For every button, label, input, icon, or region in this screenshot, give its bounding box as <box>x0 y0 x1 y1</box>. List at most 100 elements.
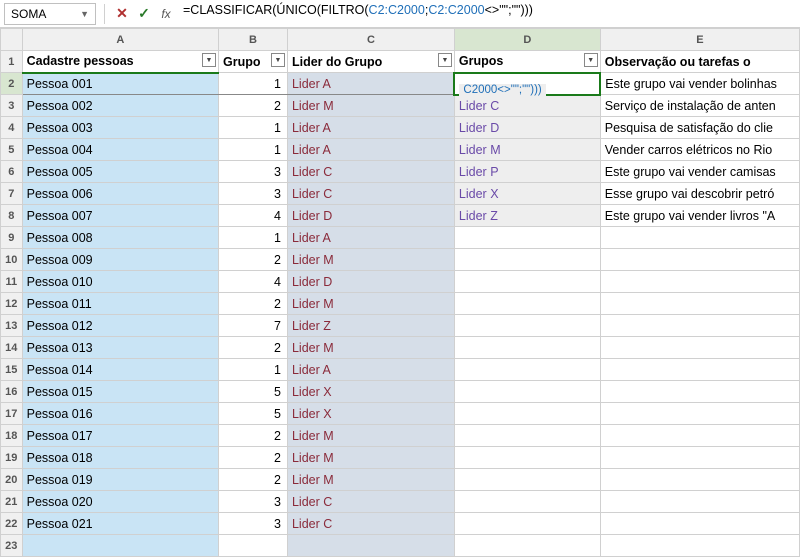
cell[interactable]: 3 <box>218 161 287 183</box>
cell[interactable] <box>600 271 799 293</box>
col-header-B[interactable]: B <box>218 29 287 51</box>
row-header-2[interactable]: 2 <box>1 73 23 95</box>
col-header-A[interactable]: A <box>22 29 218 51</box>
cell[interactable]: 1 <box>218 139 287 161</box>
cell[interactable] <box>600 469 799 491</box>
cell[interactable]: 3 <box>218 513 287 535</box>
cell[interactable]: Esse grupo vai descobrir petró <box>600 183 799 205</box>
cell[interactable]: Lider M <box>287 425 454 447</box>
row-header-15[interactable]: 15 <box>1 359 23 381</box>
cell[interactable]: Pessoa 017 <box>22 425 218 447</box>
cell[interactable]: 2 <box>218 337 287 359</box>
cell[interactable] <box>454 315 600 337</box>
header-cell[interactable]: Grupos▼ <box>454 51 600 73</box>
row-header-3[interactable]: 3 <box>1 95 23 117</box>
cell[interactable]: 1 <box>218 359 287 381</box>
cell[interactable] <box>600 403 799 425</box>
cell[interactable] <box>600 381 799 403</box>
cell[interactable]: Pessoa 011 <box>22 293 218 315</box>
cell[interactable]: 2 <box>218 469 287 491</box>
cell[interactable]: Vender carros elétricos no Rio <box>600 139 799 161</box>
row-header-5[interactable]: 5 <box>1 139 23 161</box>
cell[interactable] <box>454 513 600 535</box>
cell[interactable] <box>454 469 600 491</box>
cell[interactable]: Pessoa 012 <box>22 315 218 337</box>
cell[interactable]: Lider C <box>287 491 454 513</box>
cell[interactable] <box>600 227 799 249</box>
row-header-9[interactable]: 9 <box>1 227 23 249</box>
row-header-20[interactable]: 20 <box>1 469 23 491</box>
cell[interactable]: Pessoa 007 <box>22 205 218 227</box>
name-box[interactable]: SOMA ▼ <box>4 3 96 25</box>
cell[interactable]: Lider M <box>287 293 454 315</box>
cell[interactable] <box>600 249 799 271</box>
filter-dropdown-icon[interactable]: ▼ <box>438 53 452 67</box>
cell[interactable]: Este grupo vai vender camisas <box>600 161 799 183</box>
cell[interactable]: Serviço de instalação de anten <box>600 95 799 117</box>
row-header-7[interactable]: 7 <box>1 183 23 205</box>
cancel-icon[interactable]: ✕ <box>113 5 131 23</box>
cell[interactable]: 2 <box>218 95 287 117</box>
cell[interactable]: Lider C <box>287 183 454 205</box>
cell[interactable]: Lider M <box>454 139 600 161</box>
row-header-1[interactable]: 1 <box>1 51 23 73</box>
col-header-E[interactable]: E <box>600 29 799 51</box>
cell[interactable]: Pessoa 014 <box>22 359 218 381</box>
cell[interactable] <box>454 491 600 513</box>
chevron-down-icon[interactable]: ▼ <box>80 9 89 19</box>
cell[interactable]: Pessoa 004 <box>22 139 218 161</box>
cell[interactable]: Pessoa 006 <box>22 183 218 205</box>
cell[interactable]: 5 <box>218 381 287 403</box>
row-header-14[interactable]: 14 <box>1 337 23 359</box>
cell[interactable] <box>454 403 600 425</box>
cell[interactable]: Lider D <box>287 205 454 227</box>
cell[interactable]: 1 <box>218 117 287 139</box>
cell[interactable] <box>600 359 799 381</box>
cell[interactable] <box>454 337 600 359</box>
cell[interactable]: Pessoa 010 <box>22 271 218 293</box>
cell[interactable] <box>454 359 600 381</box>
cell[interactable] <box>454 447 600 469</box>
cell[interactable]: Pessoa 005 <box>22 161 218 183</box>
cell[interactable] <box>454 227 600 249</box>
filter-dropdown-icon[interactable]: ▼ <box>271 53 285 67</box>
cell[interactable]: Lider X <box>287 403 454 425</box>
cell[interactable]: 2 <box>218 249 287 271</box>
cell[interactable]: Pessoa 016 <box>22 403 218 425</box>
cell[interactable]: 2 <box>218 425 287 447</box>
row-header-11[interactable]: 11 <box>1 271 23 293</box>
row-header-13[interactable]: 13 <box>1 315 23 337</box>
cell[interactable]: Pessoa 002 <box>22 95 218 117</box>
cell[interactable]: Lider A <box>287 139 454 161</box>
header-cell[interactable]: Grupo▼ <box>218 51 287 73</box>
cell[interactable]: Este grupo vai vender livros "A <box>600 205 799 227</box>
row-header-4[interactable]: 4 <box>1 117 23 139</box>
cell[interactable]: Lider Z <box>454 205 600 227</box>
col-header-C[interactable]: C <box>287 29 454 51</box>
row-header-22[interactable]: 22 <box>1 513 23 535</box>
cell[interactable]: Lider Z <box>287 315 454 337</box>
cell[interactable]: Pessoa 018 <box>22 447 218 469</box>
cell[interactable]: 1 <box>218 73 287 95</box>
cell[interactable]: Lider M <box>287 469 454 491</box>
header-cell[interactable]: Cadastre pessoas▼ <box>22 51 218 73</box>
cell-D2-active[interactable]: C2000<>"";""))) <box>454 73 600 95</box>
cell[interactable]: Lider M <box>287 447 454 469</box>
cell[interactable]: 7 <box>218 315 287 337</box>
cell[interactable]: 5 <box>218 403 287 425</box>
cell[interactable] <box>454 293 600 315</box>
header-cell[interactable]: Lider do Grupo▼ <box>287 51 454 73</box>
cell[interactable] <box>600 315 799 337</box>
cell[interactable]: Lider A <box>287 73 454 95</box>
cell[interactable]: Lider C <box>287 513 454 535</box>
cell[interactable]: Pessoa 009 <box>22 249 218 271</box>
cell[interactable]: Lider X <box>287 381 454 403</box>
cell[interactable]: Lider P <box>454 161 600 183</box>
cell[interactable]: 4 <box>218 205 287 227</box>
cell[interactable]: Pesquisa de satisfação do clie <box>600 117 799 139</box>
cell[interactable]: Pessoa 001 <box>22 73 218 95</box>
cell[interactable]: Lider C <box>287 161 454 183</box>
formula-input[interactable]: =CLASSIFICAR(ÚNICO(FILTRO(C2:C2000;C2:C2… <box>179 3 796 25</box>
cell[interactable]: Pessoa 008 <box>22 227 218 249</box>
cell[interactable]: Pessoa 013 <box>22 337 218 359</box>
